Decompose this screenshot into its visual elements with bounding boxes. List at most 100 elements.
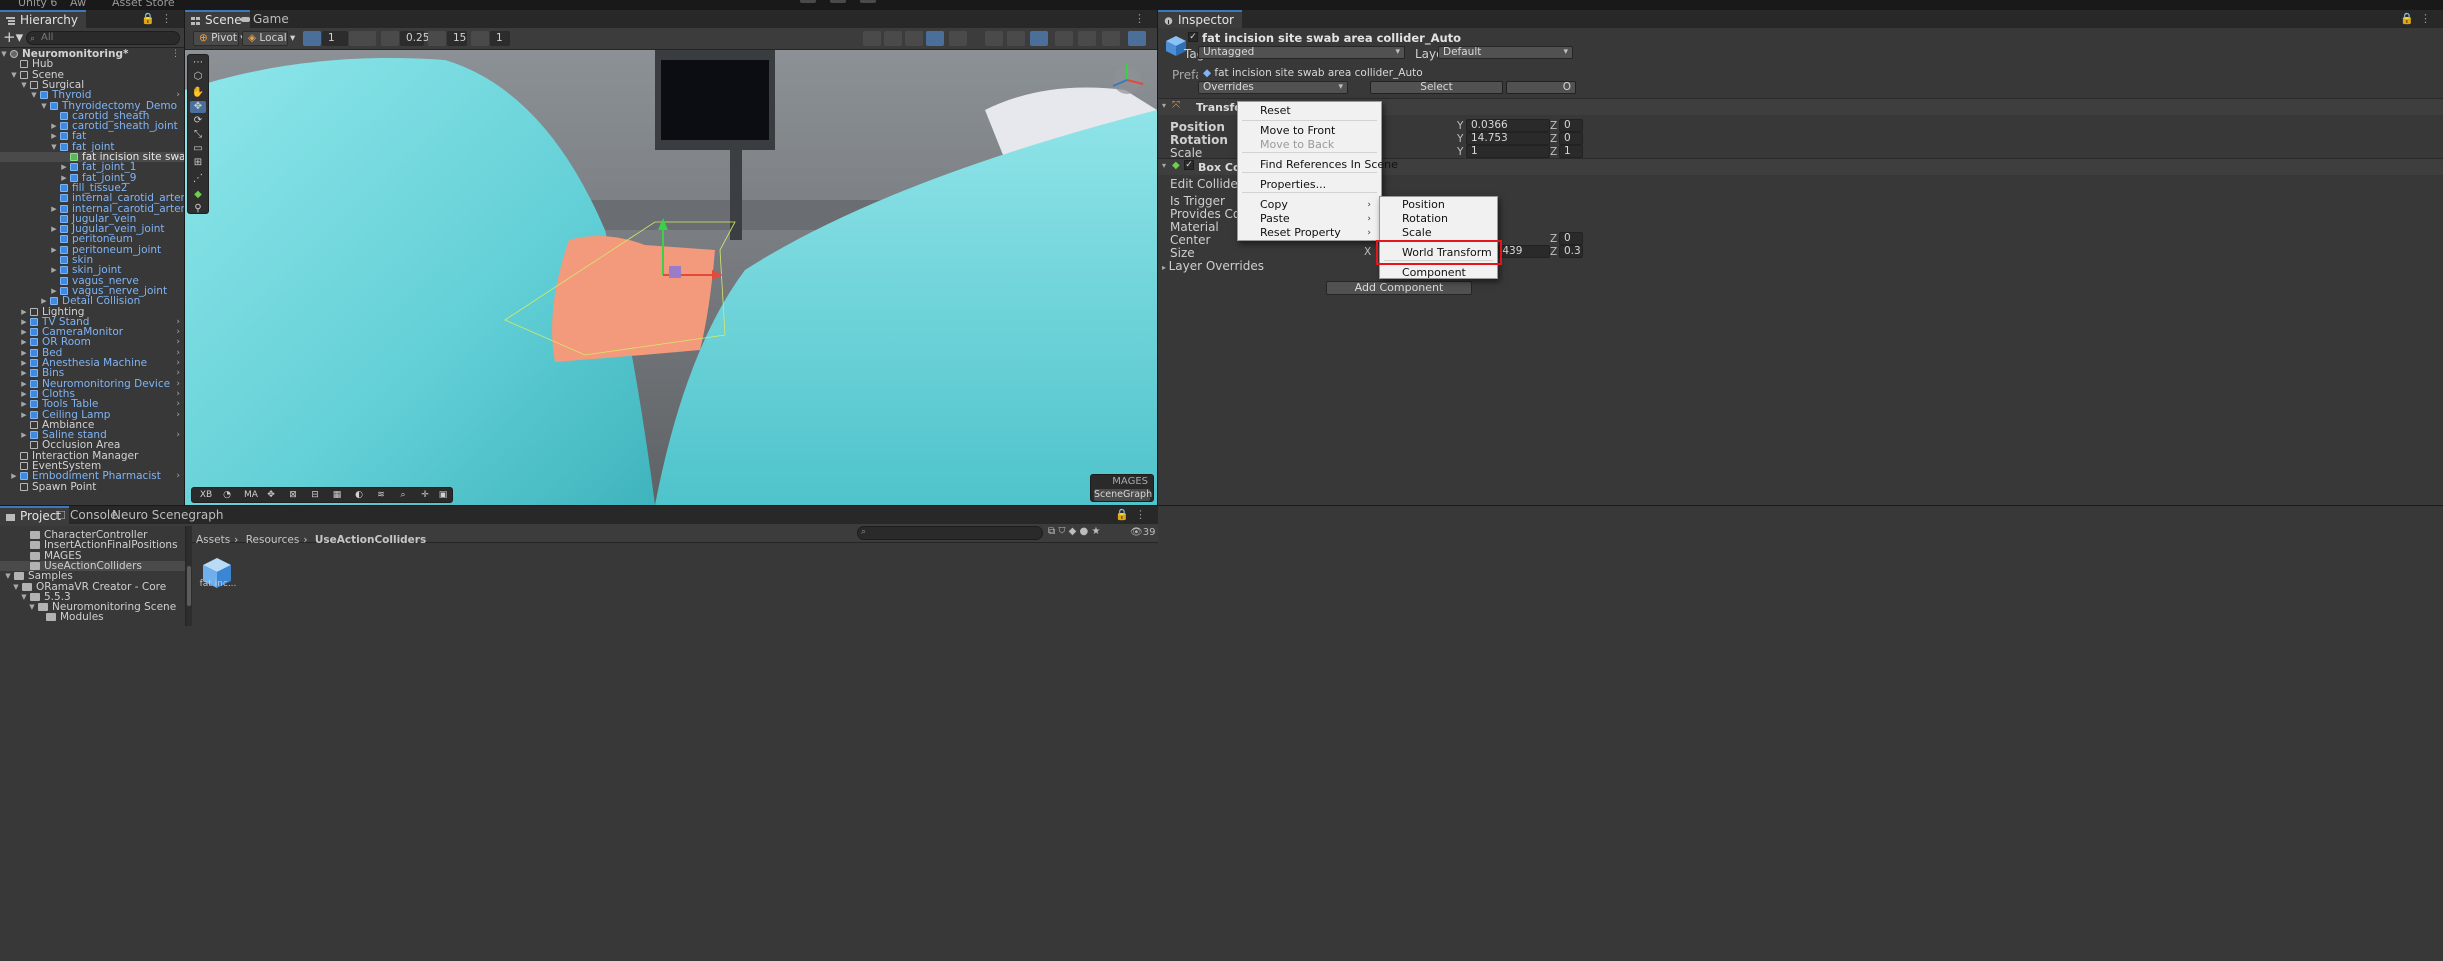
- hierarchy-item[interactable]: ▶ Lighting: [0, 306, 184, 317]
- hierarchy-item[interactable]: ▶ OR Room ›: [0, 337, 184, 348]
- space-dropdown[interactable]: ◈ Local ▾: [242, 31, 295, 46]
- hierarchy-item[interactable]: ▼ Surgical: [0, 79, 184, 90]
- grid-size-field[interactable]: 1: [322, 31, 348, 46]
- size-z-field[interactable]: 0.3: [1559, 245, 1583, 258]
- size-y-field-partial[interactable]: .439: [1494, 245, 1550, 258]
- increment-snap-field[interactable]: 0.25: [400, 31, 429, 46]
- chevron-right-icon[interactable]: ▶: [20, 368, 28, 378]
- asset-label[interactable]: fat inc...: [198, 579, 238, 589]
- scale-snap-field[interactable]: 1: [490, 31, 510, 46]
- tab-hierarchy[interactable]: Hierarchy: [0, 10, 87, 28]
- panel-menu-icons[interactable]: 🔒⋮: [1115, 508, 1152, 521]
- project-folder-item[interactable]: Modules: [0, 612, 185, 623]
- camera-settings-icon[interactable]: [1102, 31, 1120, 46]
- snap-grid-icon[interactable]: [358, 31, 376, 46]
- menu-item-find-references-in-scene[interactable]: Find References In Scene: [1238, 158, 1398, 172]
- chevron-down-icon[interactable]: ▼: [50, 142, 58, 152]
- open-prefab-icon[interactable]: ›: [176, 337, 180, 347]
- chevron-right-icon[interactable]: ▶: [20, 430, 28, 440]
- copy-item-scale[interactable]: Scale: [1380, 226, 1497, 240]
- tool-menu-icon[interactable]: ⋯: [190, 57, 206, 69]
- tag-dropdown[interactable]: Untagged: [1198, 46, 1405, 59]
- breadcrumb-resources[interactable]: Resources: [246, 534, 300, 546]
- menu-item-copy[interactable]: Copy ›: [1238, 198, 1381, 212]
- effects-toggle-icon[interactable]: [1007, 31, 1025, 46]
- copy-item-position[interactable]: Position: [1380, 198, 1497, 212]
- asset-store-menu[interactable]: Asset Store: [112, 0, 175, 9]
- copy-item-rotation[interactable]: Rotation: [1380, 212, 1497, 226]
- chevron-right-icon[interactable]: ▶: [20, 327, 28, 337]
- chevron-right-icon[interactable]: ▶: [20, 379, 28, 389]
- tab-game[interactable]: Game: [235, 10, 297, 28]
- chevron-right-icon[interactable]: ▶: [50, 286, 58, 296]
- hierarchy-item[interactable]: ▶ CameraMonitor ›: [0, 327, 184, 338]
- hierarchy-item[interactable]: ▶ carotid_sheath_joint: [0, 121, 184, 132]
- view-tool-icon[interactable]: ⬡: [190, 71, 206, 83]
- chevron-right-icon[interactable]: ▶: [20, 389, 28, 399]
- open-prefab-button[interactable]: O: [1506, 81, 1576, 94]
- chevron-right-icon[interactable]: ▶: [20, 358, 28, 368]
- scale-y-field[interactable]: 1: [1466, 145, 1550, 158]
- layers-stack-icon[interactable]: ≋: [374, 489, 388, 502]
- menu-item-properties[interactable]: Properties...: [1238, 178, 1381, 192]
- chevron-right-icon[interactable]: ▶: [50, 204, 58, 214]
- menu-item-reset-property[interactable]: Reset Property ›: [1238, 226, 1381, 240]
- scale-z-field[interactable]: 1: [1559, 145, 1583, 158]
- chevron-right-icon[interactable]: ▶: [20, 348, 28, 358]
- active-checkbox[interactable]: ✓: [1188, 32, 1198, 42]
- layer-overrides-foldout[interactable]: ▸ Layer Overrides: [1162, 259, 1264, 273]
- zoom-icon[interactable]: ⌕: [396, 489, 410, 502]
- chevron-right-icon[interactable]: ▶: [50, 131, 58, 141]
- pivot-dropdown[interactable]: ⊕ Pivot ▾: [193, 31, 246, 46]
- eye-icon[interactable]: [1055, 31, 1073, 46]
- scale-snap-icon[interactable]: [471, 31, 489, 46]
- chevron-down-icon[interactable]: ▼: [4, 571, 12, 581]
- compass-icon[interactable]: ◔: [220, 489, 234, 502]
- collider-edit-icon[interactable]: ◆: [190, 189, 206, 201]
- chevron-right-icon[interactable]: ▶: [50, 121, 58, 131]
- move-gizmo-icon[interactable]: ✥: [264, 489, 278, 502]
- rotation-snap-icon[interactable]: [428, 31, 446, 46]
- pattern-icon[interactable]: ▦: [330, 489, 344, 502]
- component-enabled-checkbox[interactable]: ✓: [1184, 160, 1194, 170]
- pan-icon[interactable]: ✛: [418, 489, 432, 502]
- probe-tool-icon[interactable]: ⚲: [190, 203, 206, 215]
- open-prefab-icon[interactable]: ›: [176, 399, 180, 409]
- menu-item-reset[interactable]: Reset: [1238, 104, 1381, 118]
- overrides-dropdown[interactable]: Overrides: [1198, 81, 1348, 94]
- chevron-down-icon[interactable]: ▼: [30, 90, 38, 100]
- tab-neuro-scenegraph[interactable]: Neuro Scenegraph: [104, 506, 232, 524]
- rect-tool-icon[interactable]: ▭: [190, 143, 206, 155]
- open-prefab-icon[interactable]: ›: [176, 389, 180, 399]
- hierarchy-item[interactable]: ▶ Detail Collision: [0, 296, 184, 307]
- gizmo-plane-handle[interactable]: [669, 266, 681, 278]
- chevron-down-icon[interactable]: ▼: [12, 582, 20, 592]
- chevron-right-icon[interactable]: ▶: [60, 173, 68, 183]
- hierarchy-item[interactable]: ▶ Neuromonitoring Device ›: [0, 378, 184, 389]
- chevron-right-icon[interactable]: ▶: [50, 265, 58, 275]
- settings-grid-icon[interactable]: ⊟: [308, 489, 322, 502]
- draw-mode-globe-icon[interactable]: [863, 31, 881, 46]
- scrollbar-thumb[interactable]: [187, 566, 191, 606]
- object-name-field[interactable]: fat incision site swab area collider_Aut…: [1202, 31, 1461, 45]
- rotation-y-field[interactable]: 14.753: [1466, 132, 1550, 145]
- project-folder-item[interactable]: ▼ Samples: [0, 571, 185, 582]
- layer-dropdown[interactable]: Default: [1438, 46, 1573, 59]
- panel-menu-icons[interactable]: 🔒⋮: [2400, 12, 2437, 25]
- hierarchy-item[interactable]: ▶ Anesthesia Machine ›: [0, 358, 184, 369]
- hierarchy-item[interactable]: ▼ Thyroid ›: [0, 90, 184, 101]
- open-prefab-icon[interactable]: ›: [176, 368, 180, 378]
- add-component-button[interactable]: Add Component: [1326, 281, 1472, 295]
- rotate-tool-icon[interactable]: ⟳: [190, 115, 206, 127]
- anchor-icon[interactable]: ⊠: [286, 489, 300, 502]
- transform-tool-icon[interactable]: ⊞: [190, 157, 206, 169]
- select-prefab-button[interactable]: Select: [1370, 81, 1503, 94]
- play-button[interactable]: [800, 0, 816, 3]
- tab-inspector[interactable]: Inspector: [1158, 10, 1242, 28]
- project-search-input[interactable]: ⌕: [857, 526, 1043, 540]
- hand-tool-icon[interactable]: ✋: [190, 87, 206, 99]
- open-prefab-icon[interactable]: ›: [176, 410, 180, 420]
- hierarchy-item[interactable]: ▶ Tools Table ›: [0, 399, 184, 410]
- chevron-down-icon[interactable]: ▼: [0, 49, 8, 59]
- menu-item-paste[interactable]: Paste ›: [1238, 212, 1381, 226]
